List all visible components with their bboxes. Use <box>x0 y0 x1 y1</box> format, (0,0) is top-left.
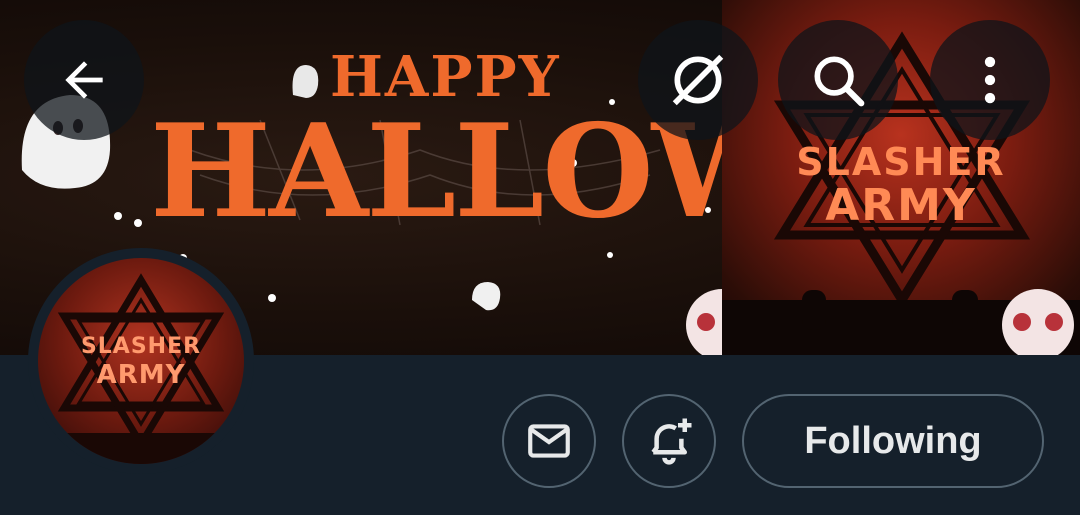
ghost-bottom-icon <box>472 282 501 311</box>
more-vertical-icon <box>984 56 996 104</box>
message-button[interactable] <box>502 394 596 488</box>
bell-plus-icon <box>651 418 692 465</box>
avatar-logo-line1: SLASHER <box>80 334 202 359</box>
avatar-logo: SLASHER ARMY <box>38 258 244 464</box>
grok-button[interactable] <box>638 20 758 140</box>
back-arrow-icon <box>65 61 103 99</box>
search-button[interactable] <box>778 20 898 140</box>
banner-logo-line2: ARMY <box>825 180 977 231</box>
banner-logo-line1: SLASHER <box>796 140 1006 184</box>
avatar-logo-line2: ARMY <box>96 360 186 390</box>
back-button[interactable] <box>24 20 144 140</box>
following-button[interactable]: Following <box>742 394 1044 488</box>
ghost-small-icon <box>292 65 319 98</box>
mail-icon <box>528 424 570 458</box>
grok-icon <box>672 54 724 106</box>
skull-right-icon <box>1002 289 1074 355</box>
profile-avatar[interactable]: SLASHER ARMY <box>28 248 254 474</box>
search-icon <box>814 56 865 107</box>
more-options-button[interactable] <box>930 20 1050 140</box>
skull-icon <box>686 289 758 355</box>
notifications-button[interactable] <box>622 394 716 488</box>
profile-header: HAPPY HALLOWEEN SLASHER ARMY SLASHER ARM… <box>0 0 1080 515</box>
